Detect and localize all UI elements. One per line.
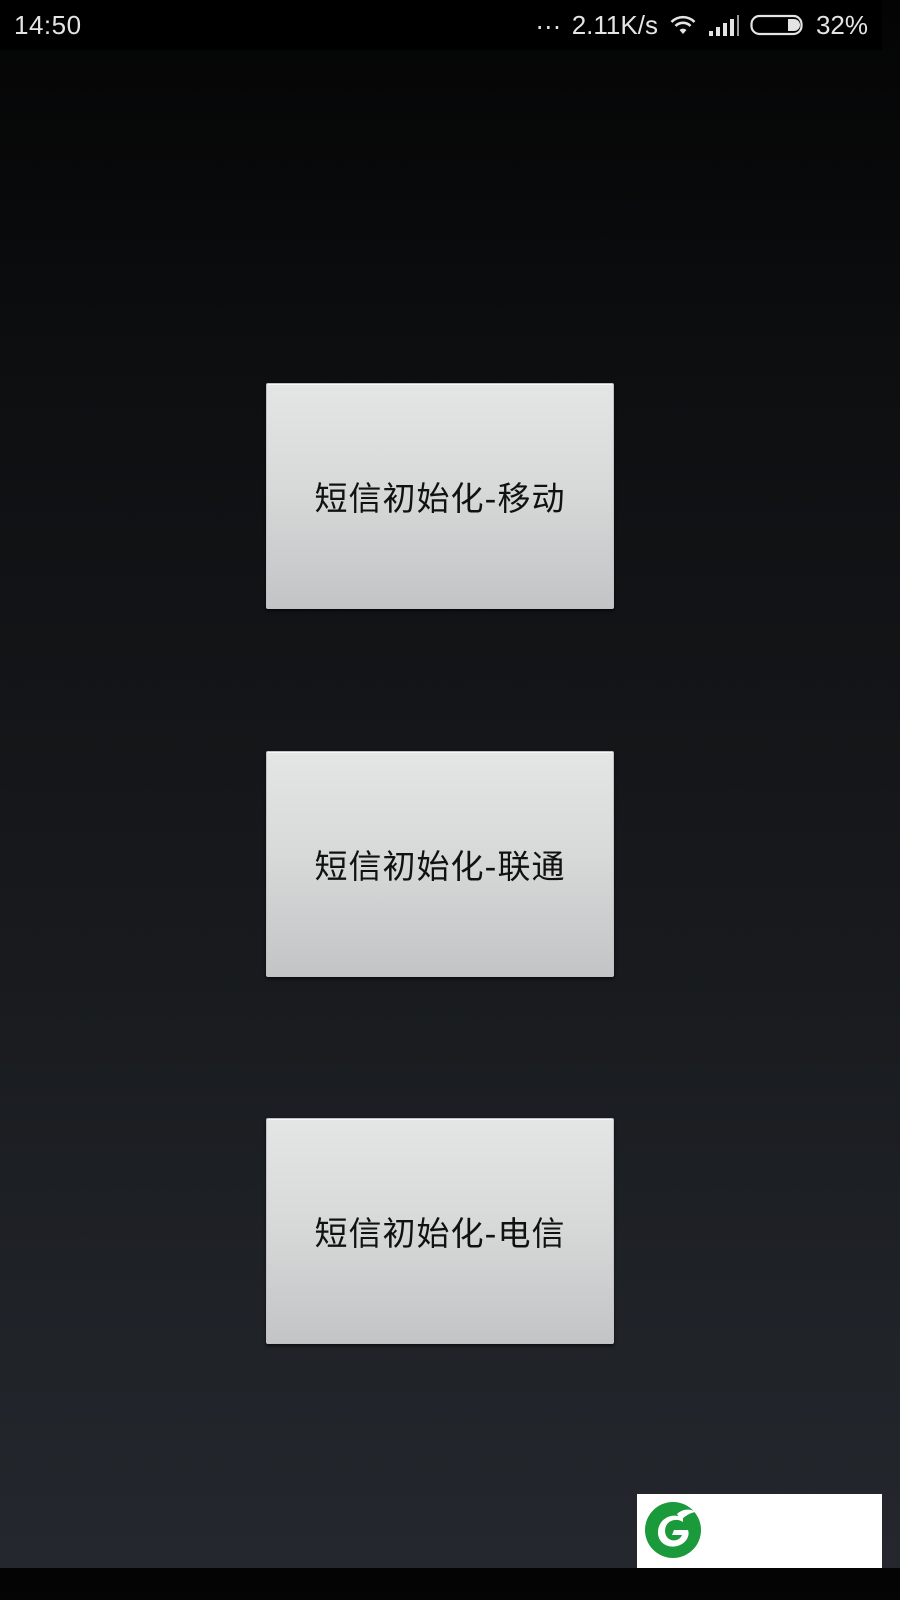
more-notifications-icon: ...	[535, 7, 562, 35]
sms-init-mobile-button[interactable]: 短信初始化-移动	[266, 383, 614, 609]
status-bar: 14:50 ... 2.11K/s 32%	[0, 0, 882, 50]
sms-init-mobile-label: 短信初始化-移动	[314, 479, 566, 518]
sms-init-telecom-label: 短信初始化-电信	[314, 1214, 566, 1253]
status-right-group: ... 2.11K/s 32%	[535, 7, 868, 41]
logo-panel	[637, 1494, 882, 1568]
status-time: 14:50	[14, 9, 82, 40]
network-speed: 2.11K/s	[571, 9, 658, 40]
sms-init-telecom-button[interactable]: 短信初始化-电信	[266, 1118, 614, 1344]
wifi-icon	[668, 13, 698, 37]
sms-init-unicom-button[interactable]: 短信初始化-联通	[266, 751, 614, 977]
signal-icon	[708, 13, 740, 37]
leaf-logo-icon	[645, 1502, 701, 1558]
sms-init-unicom-label: 短信初始化-联通	[314, 847, 566, 886]
battery-icon	[750, 13, 806, 37]
battery-percent: 32%	[815, 9, 868, 40]
